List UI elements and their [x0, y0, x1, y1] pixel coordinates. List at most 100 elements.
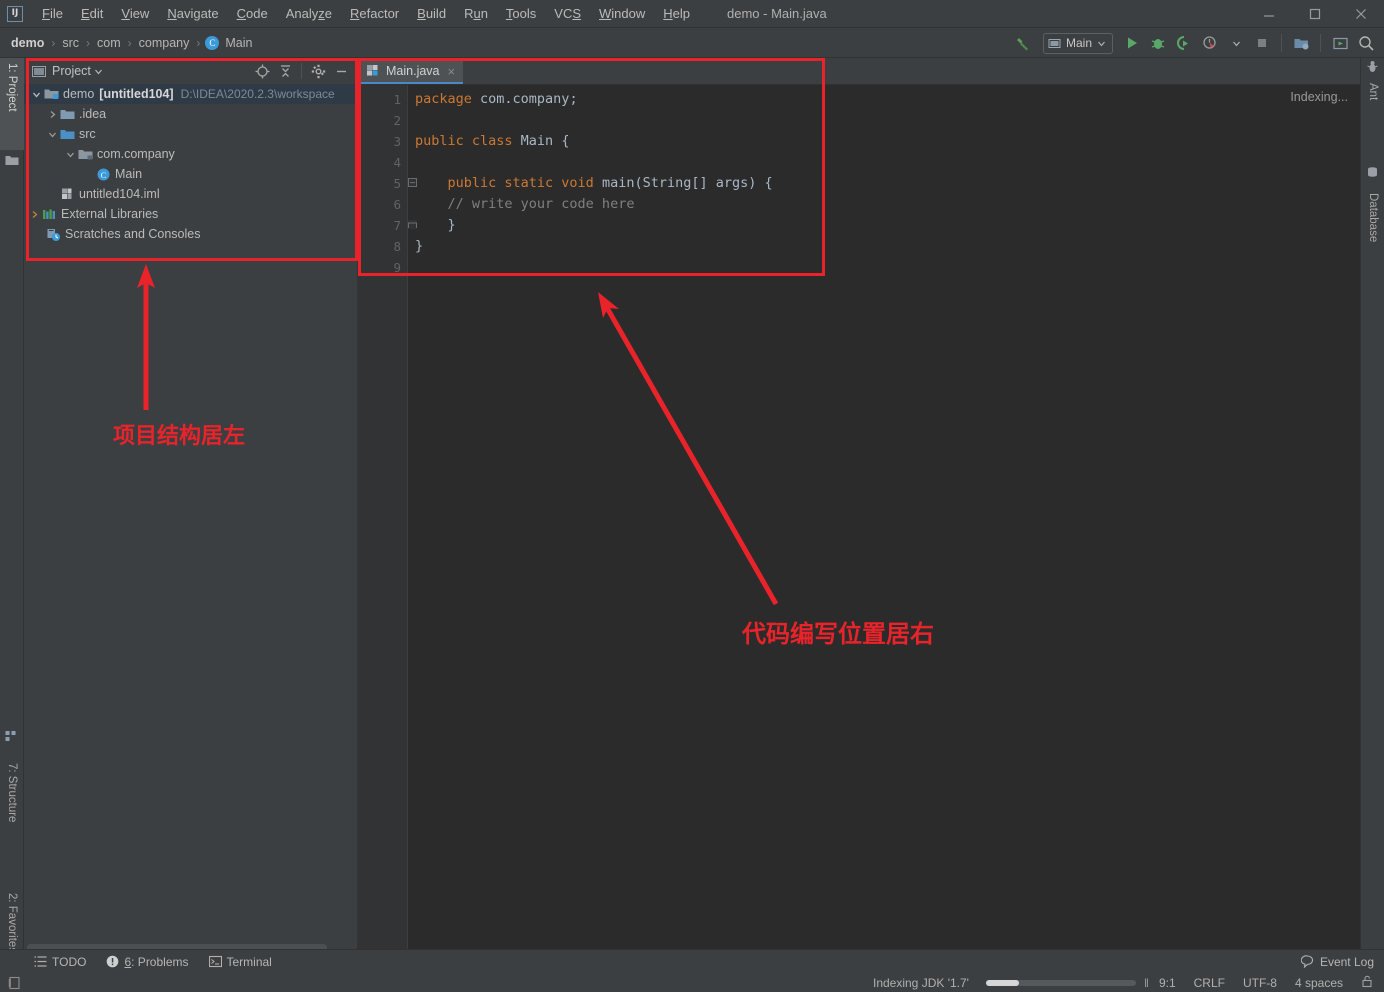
- file-encoding[interactable]: UTF-8: [1234, 976, 1286, 990]
- chevron-down-icon[interactable]: [1224, 31, 1248, 55]
- tree-node-scratches-and-consoles[interactable]: Scratches and Consoles: [24, 224, 356, 244]
- close-icon[interactable]: [1338, 0, 1384, 28]
- tree-node-main-class[interactable]: C Main: [24, 164, 356, 184]
- hide-panel-icon[interactable]: [330, 60, 352, 82]
- code-line-3: public class Main {: [415, 133, 570, 149]
- breadcrumb-item-src[interactable]: src: [60, 36, 81, 50]
- menu-edit[interactable]: Edit: [72, 3, 112, 24]
- select-opened-file-icon[interactable]: [251, 60, 273, 82]
- menu-view[interactable]: View: [112, 3, 158, 24]
- balloon-icon: [1300, 955, 1313, 968]
- status-bar: Indexing JDK '1.7' ‖ 9:1 CRLF UTF-8 4 sp…: [0, 973, 1384, 992]
- menu-refactor[interactable]: Refactor: [341, 3, 408, 24]
- status-bar-left: [0, 976, 22, 990]
- menu-tools[interactable]: Tools: [497, 3, 545, 24]
- maximize-icon[interactable]: [1292, 0, 1338, 28]
- editor-tab-main-java[interactable]: Main.java ×: [357, 58, 464, 84]
- window-controls: [1246, 0, 1384, 28]
- profiler-icon[interactable]: [1198, 31, 1222, 55]
- chevron-right-icon[interactable]: [28, 204, 41, 224]
- sidebar-item-label: 1: Project: [6, 63, 18, 112]
- bottom-tab-terminal[interactable]: Terminal: [199, 950, 282, 974]
- iml-file-icon: [59, 187, 76, 202]
- sidebar-item-label: Ant: [1367, 83, 1379, 101]
- event-log-button[interactable]: Event Log: [1300, 955, 1384, 969]
- updates-icon[interactable]: [1328, 31, 1352, 55]
- class-icon: C: [95, 167, 112, 182]
- svg-text:C: C: [101, 169, 107, 179]
- line-number: 1: [393, 92, 401, 107]
- debug-icon[interactable]: [1146, 31, 1170, 55]
- tree-node-demo[interactable]: demo [untitled104] D:\IDEA\2020.2.3\work…: [24, 84, 356, 104]
- bottom-tab-problems[interactable]: 6: Problems: [96, 950, 198, 974]
- build-hammer-icon[interactable]: [1012, 31, 1036, 55]
- editor-gutter[interactable]: 1 2 3 4 5 – 6 7 8 9: [357, 85, 417, 961]
- indent-setting[interactable]: 4 spaces: [1286, 976, 1352, 990]
- breadcrumb-item-main[interactable]: Main: [223, 36, 254, 50]
- breadcrumb-item-com[interactable]: com: [95, 36, 123, 50]
- line-number: 8: [393, 239, 401, 254]
- tree-node-path: D:\IDEA\2020.2.3\workspace: [180, 87, 335, 101]
- folder-icon: [59, 108, 76, 121]
- tree-node-iml-file[interactable]: untitled104.iml: [24, 184, 356, 204]
- tree-node-label: untitled104.iml: [79, 187, 160, 201]
- menu-vcs[interactable]: VCS: [545, 3, 590, 24]
- tree-node-external-libraries[interactable]: External Libraries: [24, 204, 356, 224]
- write-access-icon[interactable]: [1352, 975, 1376, 991]
- memory-indicator-icon[interactable]: [8, 976, 22, 990]
- chevron-down-icon[interactable]: [30, 84, 43, 104]
- line-separator[interactable]: CRLF: [1185, 976, 1234, 990]
- source-root-icon: [59, 128, 76, 141]
- run-icon[interactable]: [1120, 31, 1144, 55]
- tree-node-src[interactable]: src: [24, 124, 356, 144]
- indexing-progress-fill: [985, 979, 1019, 986]
- tree-node-label: Main: [115, 167, 143, 181]
- sidebar-item-ant[interactable]: Ant: [1361, 78, 1384, 126]
- chevron-down-icon[interactable]: [64, 144, 77, 164]
- line-number: 5 –: [357, 173, 417, 194]
- chevron-down-icon[interactable]: [46, 124, 59, 144]
- navigation-bar: demo › src › com › company › C Main Main: [0, 28, 1384, 58]
- run-configuration-selector[interactable]: Main: [1042, 32, 1113, 54]
- minimize-icon[interactable]: [1246, 0, 1292, 28]
- line-number: 3: [393, 134, 401, 149]
- class-icon: C: [205, 35, 220, 50]
- code-line-8: }: [415, 238, 424, 254]
- menu-code[interactable]: Code: [228, 3, 277, 24]
- project-panel-actions: [251, 60, 352, 82]
- breadcrumb-item-company[interactable]: company: [137, 36, 192, 50]
- menu-help[interactable]: Help: [654, 3, 699, 24]
- menu-run[interactable]: Run: [455, 3, 497, 24]
- code-text[interactable]: package com.company; public class Main {…: [407, 85, 1360, 961]
- tree-node-label: src: [79, 127, 96, 141]
- caret-position[interactable]: 9:1: [1150, 976, 1185, 990]
- menu-file[interactable]: File: [33, 3, 72, 24]
- chevron-down-icon[interactable]: [94, 67, 103, 76]
- search-everywhere-icon[interactable]: [1354, 31, 1378, 55]
- close-icon[interactable]: ×: [448, 64, 456, 79]
- right-tool-window-strip: Ant Database: [1360, 58, 1384, 961]
- tree-node-idea[interactable]: .idea: [24, 104, 356, 124]
- project-tree[interactable]: demo [untitled104] D:\IDEA\2020.2.3\work…: [24, 84, 356, 939]
- run-with-coverage-icon[interactable]: [1172, 31, 1196, 55]
- window-title: demo - Main.java: [727, 6, 827, 21]
- stop-icon[interactable]: [1250, 31, 1274, 55]
- project-tool-window: Project demo [untitled104] D:\IDEA\2020.…: [24, 58, 356, 961]
- collapse-all-icon[interactable]: [274, 60, 296, 82]
- sidebar-item-project[interactable]: 1: Project: [0, 58, 24, 150]
- menu-window[interactable]: Window: [590, 3, 654, 24]
- breadcrumb-item-demo[interactable]: demo: [9, 36, 46, 50]
- chevron-right-icon[interactable]: [46, 104, 59, 124]
- sidebar-item-structure[interactable]: 7: Structure: [0, 758, 24, 866]
- module-icon: [43, 87, 60, 101]
- bottom-tab-todo[interactable]: TODO: [24, 950, 96, 974]
- menu-navigate[interactable]: Navigate: [158, 3, 227, 24]
- tree-node-com-company[interactable]: com.company: [24, 144, 356, 164]
- menu-analyze[interactable]: Analyze: [277, 3, 341, 24]
- menu-build[interactable]: Build: [408, 3, 455, 24]
- project-structure-icon[interactable]: [1289, 31, 1313, 55]
- code-editor[interactable]: 1 2 3 4 5 – 6 7 8 9 package com.company;…: [357, 85, 1360, 961]
- tree-node-label: .idea: [79, 107, 107, 121]
- settings-gear-icon[interactable]: [307, 60, 329, 82]
- sidebar-item-database[interactable]: Database: [1361, 188, 1384, 266]
